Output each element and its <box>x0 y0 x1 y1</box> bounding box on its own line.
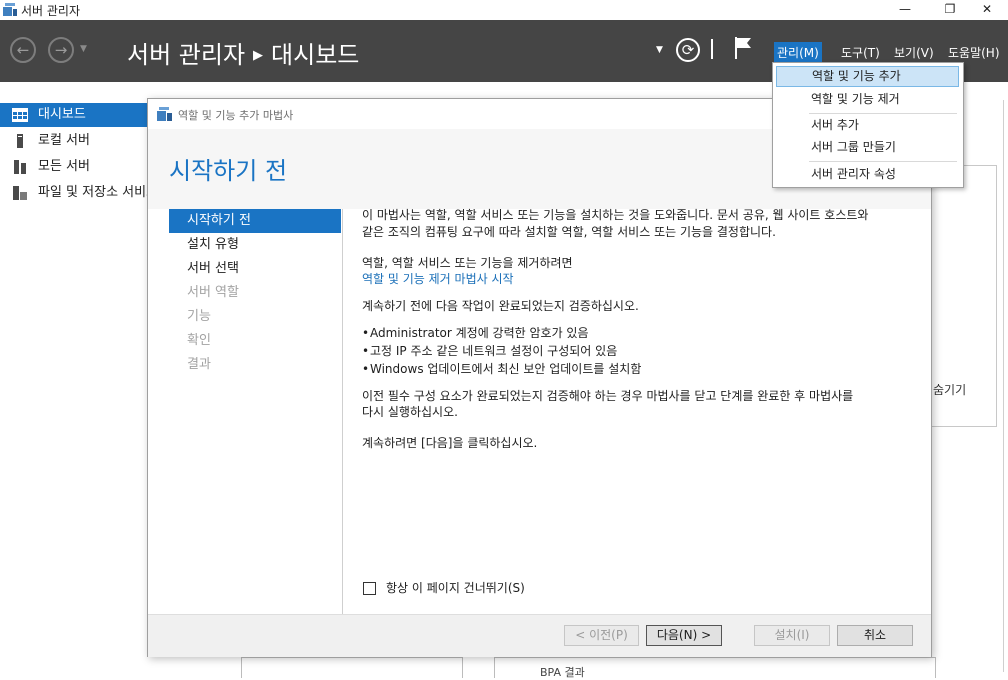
all-servers-icon <box>14 160 26 174</box>
wizard-icon <box>157 107 172 121</box>
file-storage-icon <box>13 186 27 200</box>
step-features: 기능 <box>187 309 211 324</box>
menu-item-remove-roles[interactable]: 역할 및 기능 제거 <box>776 89 959 110</box>
close-button[interactable]: ✕ <box>966 0 1008 20</box>
dashboard-icon <box>12 108 28 122</box>
skip-page-label[interactable]: 항상 이 페이지 건너뛰기(S) <box>386 579 525 596</box>
sidebar-item-label: 로컬 서버 <box>38 133 90 148</box>
list-item: •Administrator 계정에 강력한 암호가 있음 <box>362 326 589 340</box>
menu-item-server-manager-properties[interactable]: 서버 관리자 속성 <box>776 164 959 185</box>
intro-text-line1: 이 마법사는 역할, 역할 서비스 또는 기능을 설치하는 것을 도와줍니다. … <box>362 208 869 222</box>
list-item: •Windows 업데이트에서 최신 보안 업데이트를 설치함 <box>362 362 642 376</box>
intro-text-line2: 같은 조직의 컴퓨팅 요구에 따라 설치할 역할, 역할 서비스 또는 기능을 … <box>362 225 776 239</box>
manage-menu-dropdown: 역할 및 기능 추가 역할 및 기능 제거 서버 추가 서버 그룹 만들기 서버… <box>772 62 964 188</box>
dashboard-tile <box>241 657 463 678</box>
step-server-selection[interactable]: 서버 선택 <box>169 257 341 281</box>
sidebar-item-label: 파일 및 저장소 서비스 <box>38 185 159 200</box>
list-item: •고정 IP 주소 같은 네트워크 설정이 구성되어 있음 <box>362 344 618 358</box>
hide-link[interactable]: 숨기기 <box>933 381 966 398</box>
server-manager-icon <box>3 3 17 16</box>
breadcrumb-root: 서버 관리자 <box>127 41 246 69</box>
maximize-button[interactable]: ❐ <box>929 0 971 20</box>
sidebar-item-dashboard[interactable]: 대시보드 <box>0 103 160 127</box>
header-divider <box>711 39 713 59</box>
menu-item-add-servers[interactable]: 서버 추가 <box>776 115 959 136</box>
remove-wizard-link[interactable]: 역할 및 기능 제거 마법사 시작 <box>362 271 914 288</box>
previous-button[interactable]: < 이전(P) <box>564 625 639 646</box>
menu-separator <box>809 161 957 162</box>
step-results: 결과 <box>187 357 211 372</box>
notifications-flag-icon[interactable] <box>734 37 752 59</box>
remove-prompt: 역할, 역할 서비스 또는 기능을 제거하려면 <box>362 256 573 270</box>
sidebar: 대시보드 로컬 서버 모든 서버 파일 및 저장소 서비스 <box>0 103 160 672</box>
menu-item-create-server-group[interactable]: 서버 그룹 만들기 <box>776 137 959 158</box>
local-server-icon <box>17 134 23 148</box>
sidebar-item-file-storage[interactable]: 파일 및 저장소 서비스 <box>0 181 160 205</box>
prereq-text-line1: 이전 필수 구성 요소가 완료되었는지 검증해야 하는 경우 마법사를 닫고 단… <box>362 389 854 403</box>
sidebar-item-all-servers[interactable]: 모든 서버 <box>0 155 160 179</box>
refresh-icon[interactable]: ⟳ <box>676 38 700 62</box>
install-button[interactable]: 설치(I) <box>754 625 830 646</box>
bullet-icon: • <box>362 344 370 358</box>
continue-text: 계속하려면 [다음]을 클릭하십시오. <box>362 436 538 450</box>
page-title: 시작하기 전 <box>169 157 288 185</box>
window-title: 서버 관리자 <box>21 4 81 18</box>
menu-view[interactable]: 보기(V) <box>891 42 937 63</box>
prereq-text-line2: 다시 실행하십시오. <box>362 405 458 419</box>
sidebar-item-label: 모든 서버 <box>38 159 90 174</box>
back-arrow-icon[interactable]: ← <box>10 37 36 63</box>
next-button[interactable]: 다음(N) > <box>646 625 722 646</box>
step-before-you-begin[interactable]: 시작하기 전 <box>169 209 341 233</box>
skip-page-checkbox[interactable] <box>363 582 376 595</box>
dashboard-scrollbar[interactable] <box>1003 100 1004 672</box>
window-titlebar: 서버 관리자 — ❐ ✕ <box>0 0 1008 20</box>
history-dropdown-icon[interactable]: ▼ <box>80 44 87 54</box>
bullet-icon: • <box>362 362 370 376</box>
wizard-divider <box>342 209 343 614</box>
menu-tools[interactable]: 도구(T) <box>838 42 883 63</box>
bullet-icon: • <box>362 326 370 340</box>
menu-item-add-roles[interactable]: 역할 및 기능 추가 <box>776 66 959 87</box>
wizard-title: 역할 및 기능 추가 마법사 <box>178 109 294 122</box>
breadcrumb: 서버 관리자 ▶ 대시보드 <box>127 35 359 70</box>
cancel-button[interactable]: 취소 <box>837 625 913 646</box>
menu-separator <box>809 113 957 114</box>
sidebar-item-local-server[interactable]: 로컬 서버 <box>0 129 160 153</box>
dropdown-icon[interactable]: ▼ <box>656 45 663 55</box>
menu-help[interactable]: 도움말(H) <box>945 42 1003 63</box>
minimize-button[interactable]: — <box>884 0 926 20</box>
sidebar-item-label: 대시보드 <box>38 107 86 122</box>
forward-arrow-icon[interactable]: → <box>48 37 74 63</box>
step-confirmation: 확인 <box>187 333 211 348</box>
menu-manage[interactable]: 관리(M) <box>774 42 822 63</box>
bpa-results-label: BPA 결과 <box>540 666 585 679</box>
breadcrumb-separator-icon: ▶ <box>253 48 264 63</box>
step-installation-type[interactable]: 설치 유형 <box>169 233 341 257</box>
step-server-roles: 서버 역할 <box>187 285 239 300</box>
breadcrumb-page: 대시보드 <box>271 41 360 69</box>
wizard-footer: < 이전(P) 다음(N) > 설치(I) 취소 <box>148 614 931 657</box>
verify-text: 계속하기 전에 다음 작업이 완료되었는지 검증하십시오. <box>362 299 639 313</box>
